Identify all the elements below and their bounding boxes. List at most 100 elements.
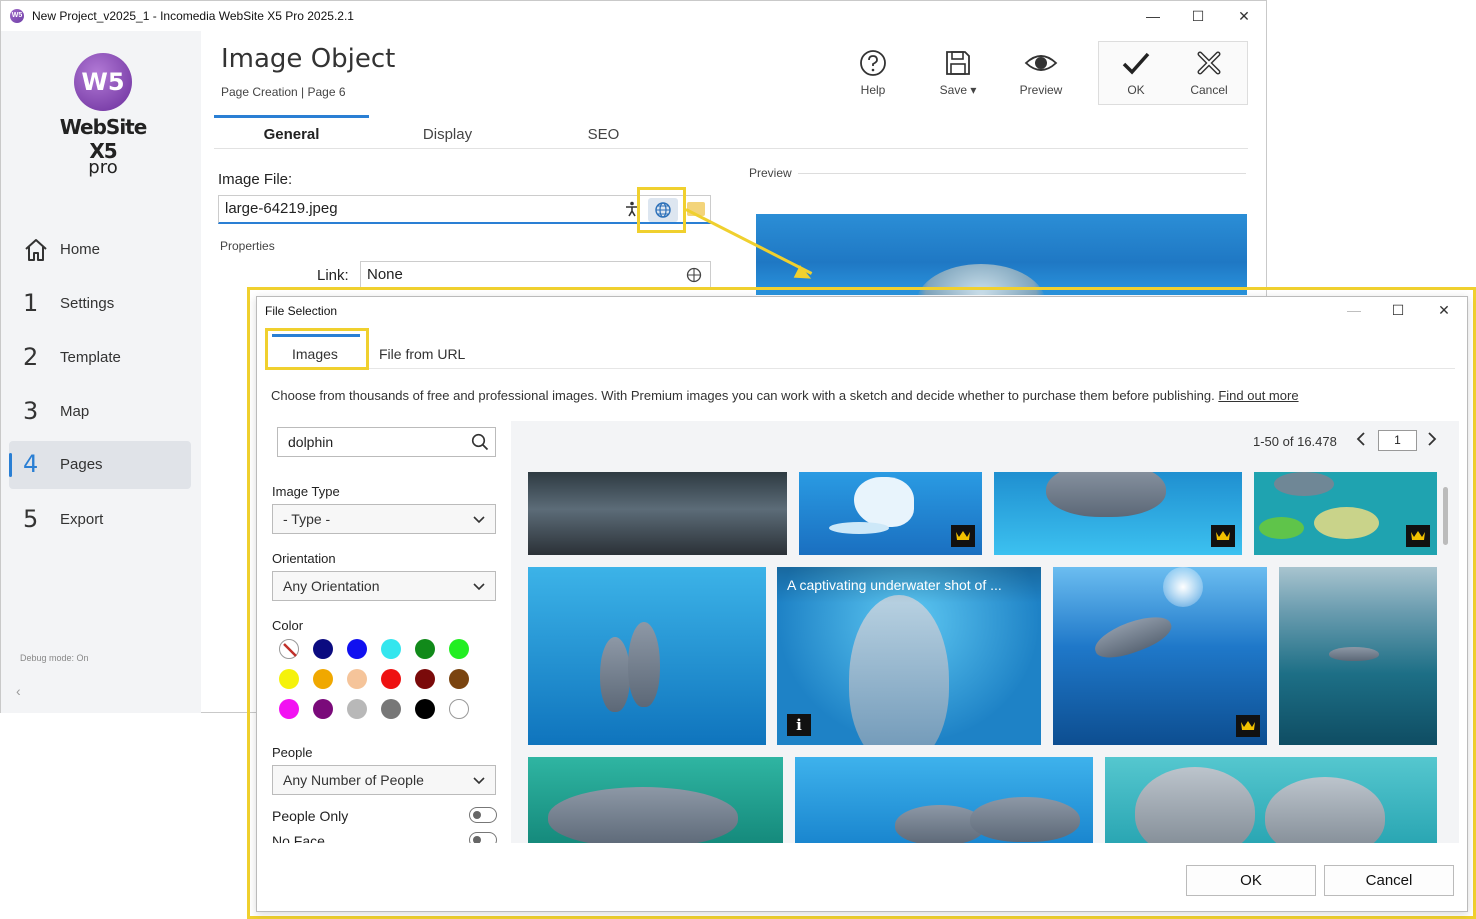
color-swatch[interactable] bbox=[381, 699, 401, 719]
sidebar-item-template[interactable]: 2 Template bbox=[9, 334, 191, 382]
color-swatch[interactable] bbox=[449, 669, 469, 689]
sidebar: W5 WebSite X5 pro Home 1 Settings 2 Temp… bbox=[1, 31, 201, 713]
image-thumbnail[interactable] bbox=[1279, 567, 1437, 745]
sidebar-item-export[interactable]: 5 Export bbox=[9, 496, 191, 544]
preview-button[interactable]: Preview bbox=[1006, 49, 1076, 97]
sidebar-item-label: Map bbox=[60, 403, 90, 420]
cancel-button[interactable]: Cancel bbox=[1174, 49, 1244, 97]
people-select[interactable]: Any Number of People bbox=[272, 765, 496, 795]
color-swatch[interactable] bbox=[381, 639, 401, 659]
dolphin-graphic bbox=[1274, 472, 1334, 496]
color-swatch[interactable] bbox=[347, 699, 367, 719]
image-thumbnail[interactable] bbox=[528, 472, 787, 555]
splash-graphic bbox=[829, 522, 889, 534]
file-selection-dialog: File Selection — ☐ ✕ Images File from UR… bbox=[256, 296, 1468, 912]
results-scrollbar[interactable] bbox=[1443, 487, 1448, 545]
color-swatch[interactable] bbox=[279, 669, 299, 689]
step-number: 4 bbox=[23, 450, 39, 478]
sidebar-item-pages[interactable]: 4 Pages bbox=[9, 441, 191, 489]
collapse-sidebar-button[interactable]: ‹ bbox=[16, 683, 21, 699]
no-face-toggle[interactable] bbox=[469, 832, 497, 843]
orientation-value: Any Orientation bbox=[283, 578, 380, 594]
preview-divider bbox=[798, 173, 1246, 174]
image-thumbnail[interactable] bbox=[799, 472, 982, 555]
premium-crown-icon bbox=[1236, 715, 1260, 737]
checkmark-icon bbox=[1122, 52, 1150, 75]
color-swatch[interactable] bbox=[279, 699, 299, 719]
color-swatch[interactable] bbox=[381, 669, 401, 689]
image-caption: A captivating underwater shot of ... bbox=[777, 567, 1041, 603]
link-value: None bbox=[367, 266, 403, 283]
highlight-globe-button bbox=[637, 187, 686, 233]
dialog-cancel-button[interactable]: Cancel bbox=[1324, 865, 1454, 896]
orientation-select[interactable]: Any Orientation bbox=[272, 571, 496, 601]
color-swatch[interactable] bbox=[415, 669, 435, 689]
color-swatch[interactable] bbox=[347, 639, 367, 659]
image-thumbnail[interactable] bbox=[795, 757, 1093, 843]
color-swatch[interactable] bbox=[415, 639, 435, 659]
dialog-close-button[interactable]: ✕ bbox=[1429, 299, 1459, 321]
tab-seo[interactable]: SEO bbox=[526, 126, 681, 143]
dialog-minimize-button[interactable]: — bbox=[1339, 299, 1369, 321]
page-input[interactable]: 1 bbox=[1378, 430, 1417, 451]
image-type-select[interactable]: - Type - bbox=[272, 504, 496, 534]
tab-general[interactable]: General bbox=[214, 115, 369, 143]
color-swatch[interactable] bbox=[313, 669, 333, 689]
window-title: New Project_v2025_1 - Incomedia WebSite … bbox=[32, 9, 354, 23]
sidebar-item-home[interactable]: Home bbox=[9, 226, 191, 274]
maximize-button[interactable]: ☐ bbox=[1183, 5, 1213, 27]
search-icon[interactable] bbox=[471, 433, 489, 454]
minimize-button[interactable]: — bbox=[1138, 5, 1168, 27]
ok-button[interactable]: OK bbox=[1101, 49, 1171, 97]
dolphin-graphic bbox=[628, 622, 660, 707]
eye-icon bbox=[1024, 55, 1058, 71]
image-thumbnail[interactable] bbox=[1254, 472, 1437, 555]
search-input[interactable]: dolphin bbox=[277, 427, 496, 457]
sidebar-item-label: Template bbox=[60, 349, 121, 366]
people-label: People bbox=[272, 745, 313, 760]
sidebar-item-settings[interactable]: 1 Settings bbox=[9, 280, 191, 328]
help-button[interactable]: Help bbox=[838, 49, 908, 97]
screen: { "window": {"title": "New Project_v2025… bbox=[0, 0, 1476, 919]
save-button[interactable]: Save ▾ bbox=[923, 49, 993, 97]
premium-crown-icon bbox=[1406, 525, 1430, 547]
image-thumbnail[interactable] bbox=[528, 757, 783, 843]
image-thumbnail[interactable] bbox=[1105, 757, 1437, 843]
tab-file-from-url[interactable]: File from URL bbox=[379, 346, 465, 362]
tab-display[interactable]: Display bbox=[370, 126, 525, 143]
sidebar-item-label: Home bbox=[60, 241, 101, 258]
dolphin-graphic bbox=[548, 787, 738, 843]
help-label: Help bbox=[860, 83, 886, 97]
color-swatch[interactable] bbox=[415, 699, 435, 719]
image-thumbnail[interactable] bbox=[994, 472, 1242, 555]
dialog-description: Choose from thousands of free and profes… bbox=[271, 388, 1299, 403]
next-page-icon[interactable] bbox=[1426, 430, 1438, 453]
image-thumbnail[interactable] bbox=[1053, 567, 1267, 745]
close-button[interactable]: ✕ bbox=[1229, 5, 1259, 27]
link-field[interactable]: None bbox=[360, 261, 711, 290]
sidebar-item-map[interactable]: 3 Map bbox=[9, 388, 191, 436]
page-title: Image Object bbox=[221, 44, 396, 74]
people-only-toggle[interactable] bbox=[469, 807, 497, 823]
color-swatch[interactable] bbox=[449, 699, 469, 719]
prev-page-icon[interactable] bbox=[1355, 430, 1367, 453]
image-thumbnail[interactable]: A captivating underwater shot of ... i bbox=[777, 567, 1041, 745]
image-thumbnail[interactable] bbox=[528, 567, 766, 745]
image-type-value: - Type - bbox=[283, 511, 331, 527]
find-out-more-link[interactable]: Find out more bbox=[1218, 388, 1298, 403]
color-swatch[interactable] bbox=[313, 639, 333, 659]
orientation-label: Orientation bbox=[272, 551, 336, 566]
color-swatch[interactable] bbox=[449, 639, 469, 659]
info-icon[interactable]: i bbox=[787, 714, 811, 736]
chevron-down-icon bbox=[473, 777, 485, 785]
dolphin-graphic bbox=[970, 797, 1080, 842]
color-swatch[interactable] bbox=[313, 699, 333, 719]
color-swatch-none[interactable] bbox=[279, 639, 299, 659]
image-results: 1-50 of 16.478 1 A captivating underwate… bbox=[511, 421, 1459, 843]
dialog-ok-button[interactable]: OK bbox=[1186, 865, 1316, 896]
dialog-maximize-button[interactable]: ☐ bbox=[1383, 299, 1413, 321]
link-settings-icon[interactable] bbox=[685, 267, 703, 288]
breadcrumb: Page Creation | Page 6 bbox=[221, 85, 346, 99]
color-swatch[interactable] bbox=[347, 669, 367, 689]
cancel-x-icon bbox=[1197, 51, 1221, 75]
